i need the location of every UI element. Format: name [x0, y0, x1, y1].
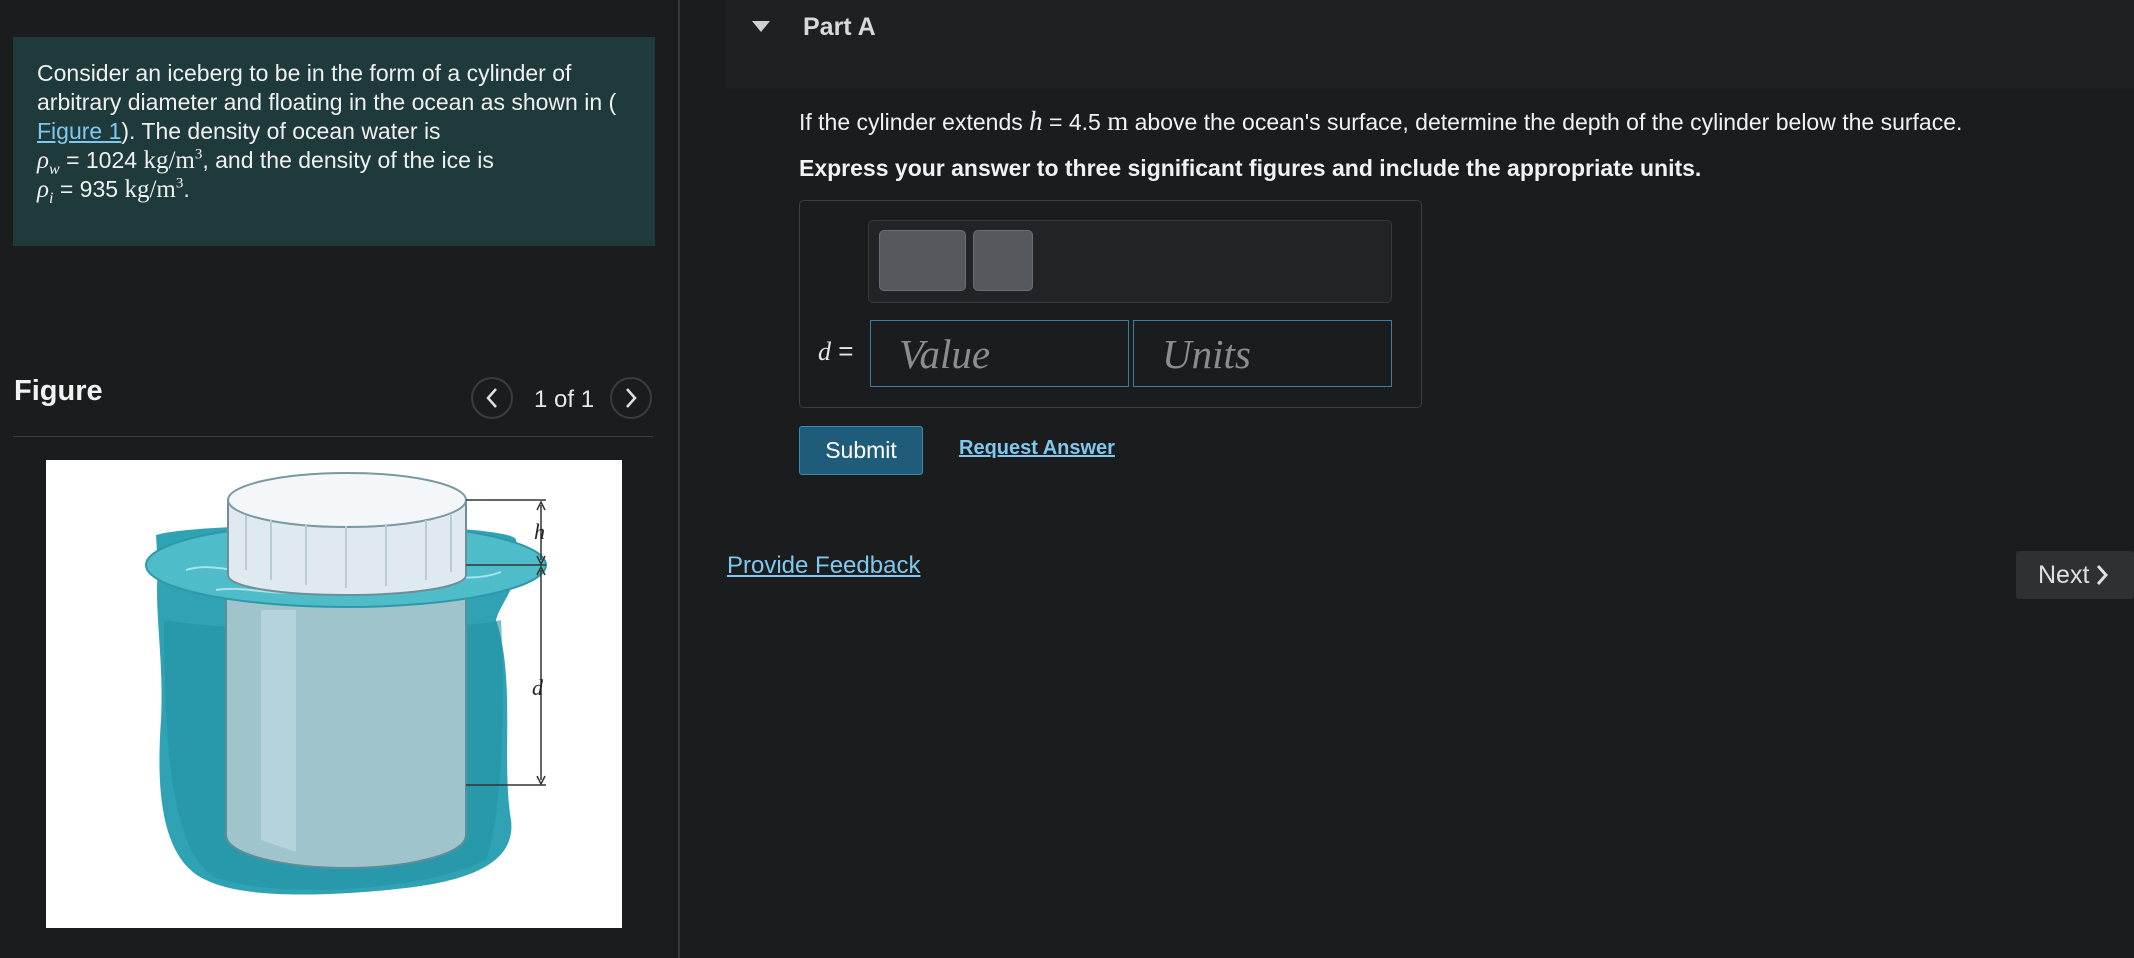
- figure-prev-button[interactable]: [471, 377, 513, 419]
- problem-text: , and the density of the ice is: [202, 147, 494, 173]
- iceberg-figure: h d: [46, 460, 622, 928]
- question-unit: m: [1107, 106, 1129, 136]
- provide-feedback-link[interactable]: Provide Feedback: [727, 552, 920, 580]
- question-text: If the cylinder extends h = 4.5 m above …: [799, 106, 1962, 137]
- template-button[interactable]: [879, 230, 966, 291]
- figure-title: Figure: [14, 375, 103, 407]
- instruction-text: Express your answer to three significant…: [799, 155, 1702, 181]
- figure-next-button[interactable]: [610, 377, 652, 419]
- problem-line-1: Consider an iceberg to be in the form of…: [37, 60, 572, 86]
- problem-text: .: [183, 176, 190, 202]
- label-d: d: [532, 675, 544, 700]
- problem-line-3: Figure 1). The density of ocean water is: [37, 117, 631, 146]
- question-eq: = 4.5: [1042, 109, 1108, 135]
- next-label: Next: [2038, 560, 2090, 589]
- problem-line-4: ρw = 1024 kg/m3, and the density of the …: [37, 146, 631, 178]
- rho-i-symbol: ρi: [37, 176, 54, 207]
- rho-w-value: = 1024: [66, 147, 138, 173]
- caret-down-icon[interactable]: [751, 18, 771, 34]
- chevron-right-icon: [2097, 565, 2109, 585]
- figure-1-link[interactable]: Figure 1: [37, 118, 121, 144]
- chevron-left-icon: [486, 388, 497, 408]
- units-input[interactable]: [1133, 320, 1392, 387]
- chevron-right-icon: [626, 388, 637, 408]
- problem-line-2: arbitrary diameter and floating in the o…: [37, 88, 631, 117]
- left-panel: Consider an iceberg to be in the form of…: [0, 0, 678, 958]
- figure-divider: [13, 436, 653, 437]
- problem-line-5: ρi = 935 kg/m3.: [37, 175, 631, 207]
- figure-counter: 1 of 1: [534, 386, 595, 413]
- rho-i-value: = 935: [59, 176, 119, 202]
- answer-var: d: [818, 337, 831, 366]
- part-title: Part A: [803, 13, 876, 41]
- iceberg-illustration: h d: [145, 472, 547, 895]
- ice-top: [227, 472, 467, 528]
- question-pre: If the cylinder extends: [799, 109, 1030, 135]
- question-post: above the ocean's surface, determine the…: [1128, 109, 1963, 135]
- question-var: h: [1029, 106, 1043, 136]
- request-answer-link[interactable]: Request Answer: [959, 437, 1115, 460]
- problem-text: ). The density of ocean water is: [121, 118, 441, 144]
- submit-button[interactable]: Submit: [799, 426, 923, 475]
- submerged-highlight: [261, 610, 296, 852]
- rho-i-unit: kg/m3: [124, 175, 184, 203]
- rho-w-symbol: ρw: [37, 147, 60, 178]
- rho-w-unit: kg/m3: [143, 146, 203, 174]
- part-header[interactable]: [726, 0, 2134, 89]
- label-h: h: [534, 519, 545, 544]
- problem-statement: Consider an iceberg to be in the form of…: [13, 37, 655, 246]
- symbol-button[interactable]: [973, 230, 1033, 291]
- next-button[interactable]: Next: [2016, 551, 2134, 599]
- value-input[interactable]: [870, 320, 1129, 387]
- answer-variable-label: d =: [818, 336, 853, 367]
- answer-eq: =: [831, 336, 854, 366]
- problem-text: arbitrary diameter and floating in the o…: [37, 89, 617, 115]
- panel-divider: [678, 0, 680, 958]
